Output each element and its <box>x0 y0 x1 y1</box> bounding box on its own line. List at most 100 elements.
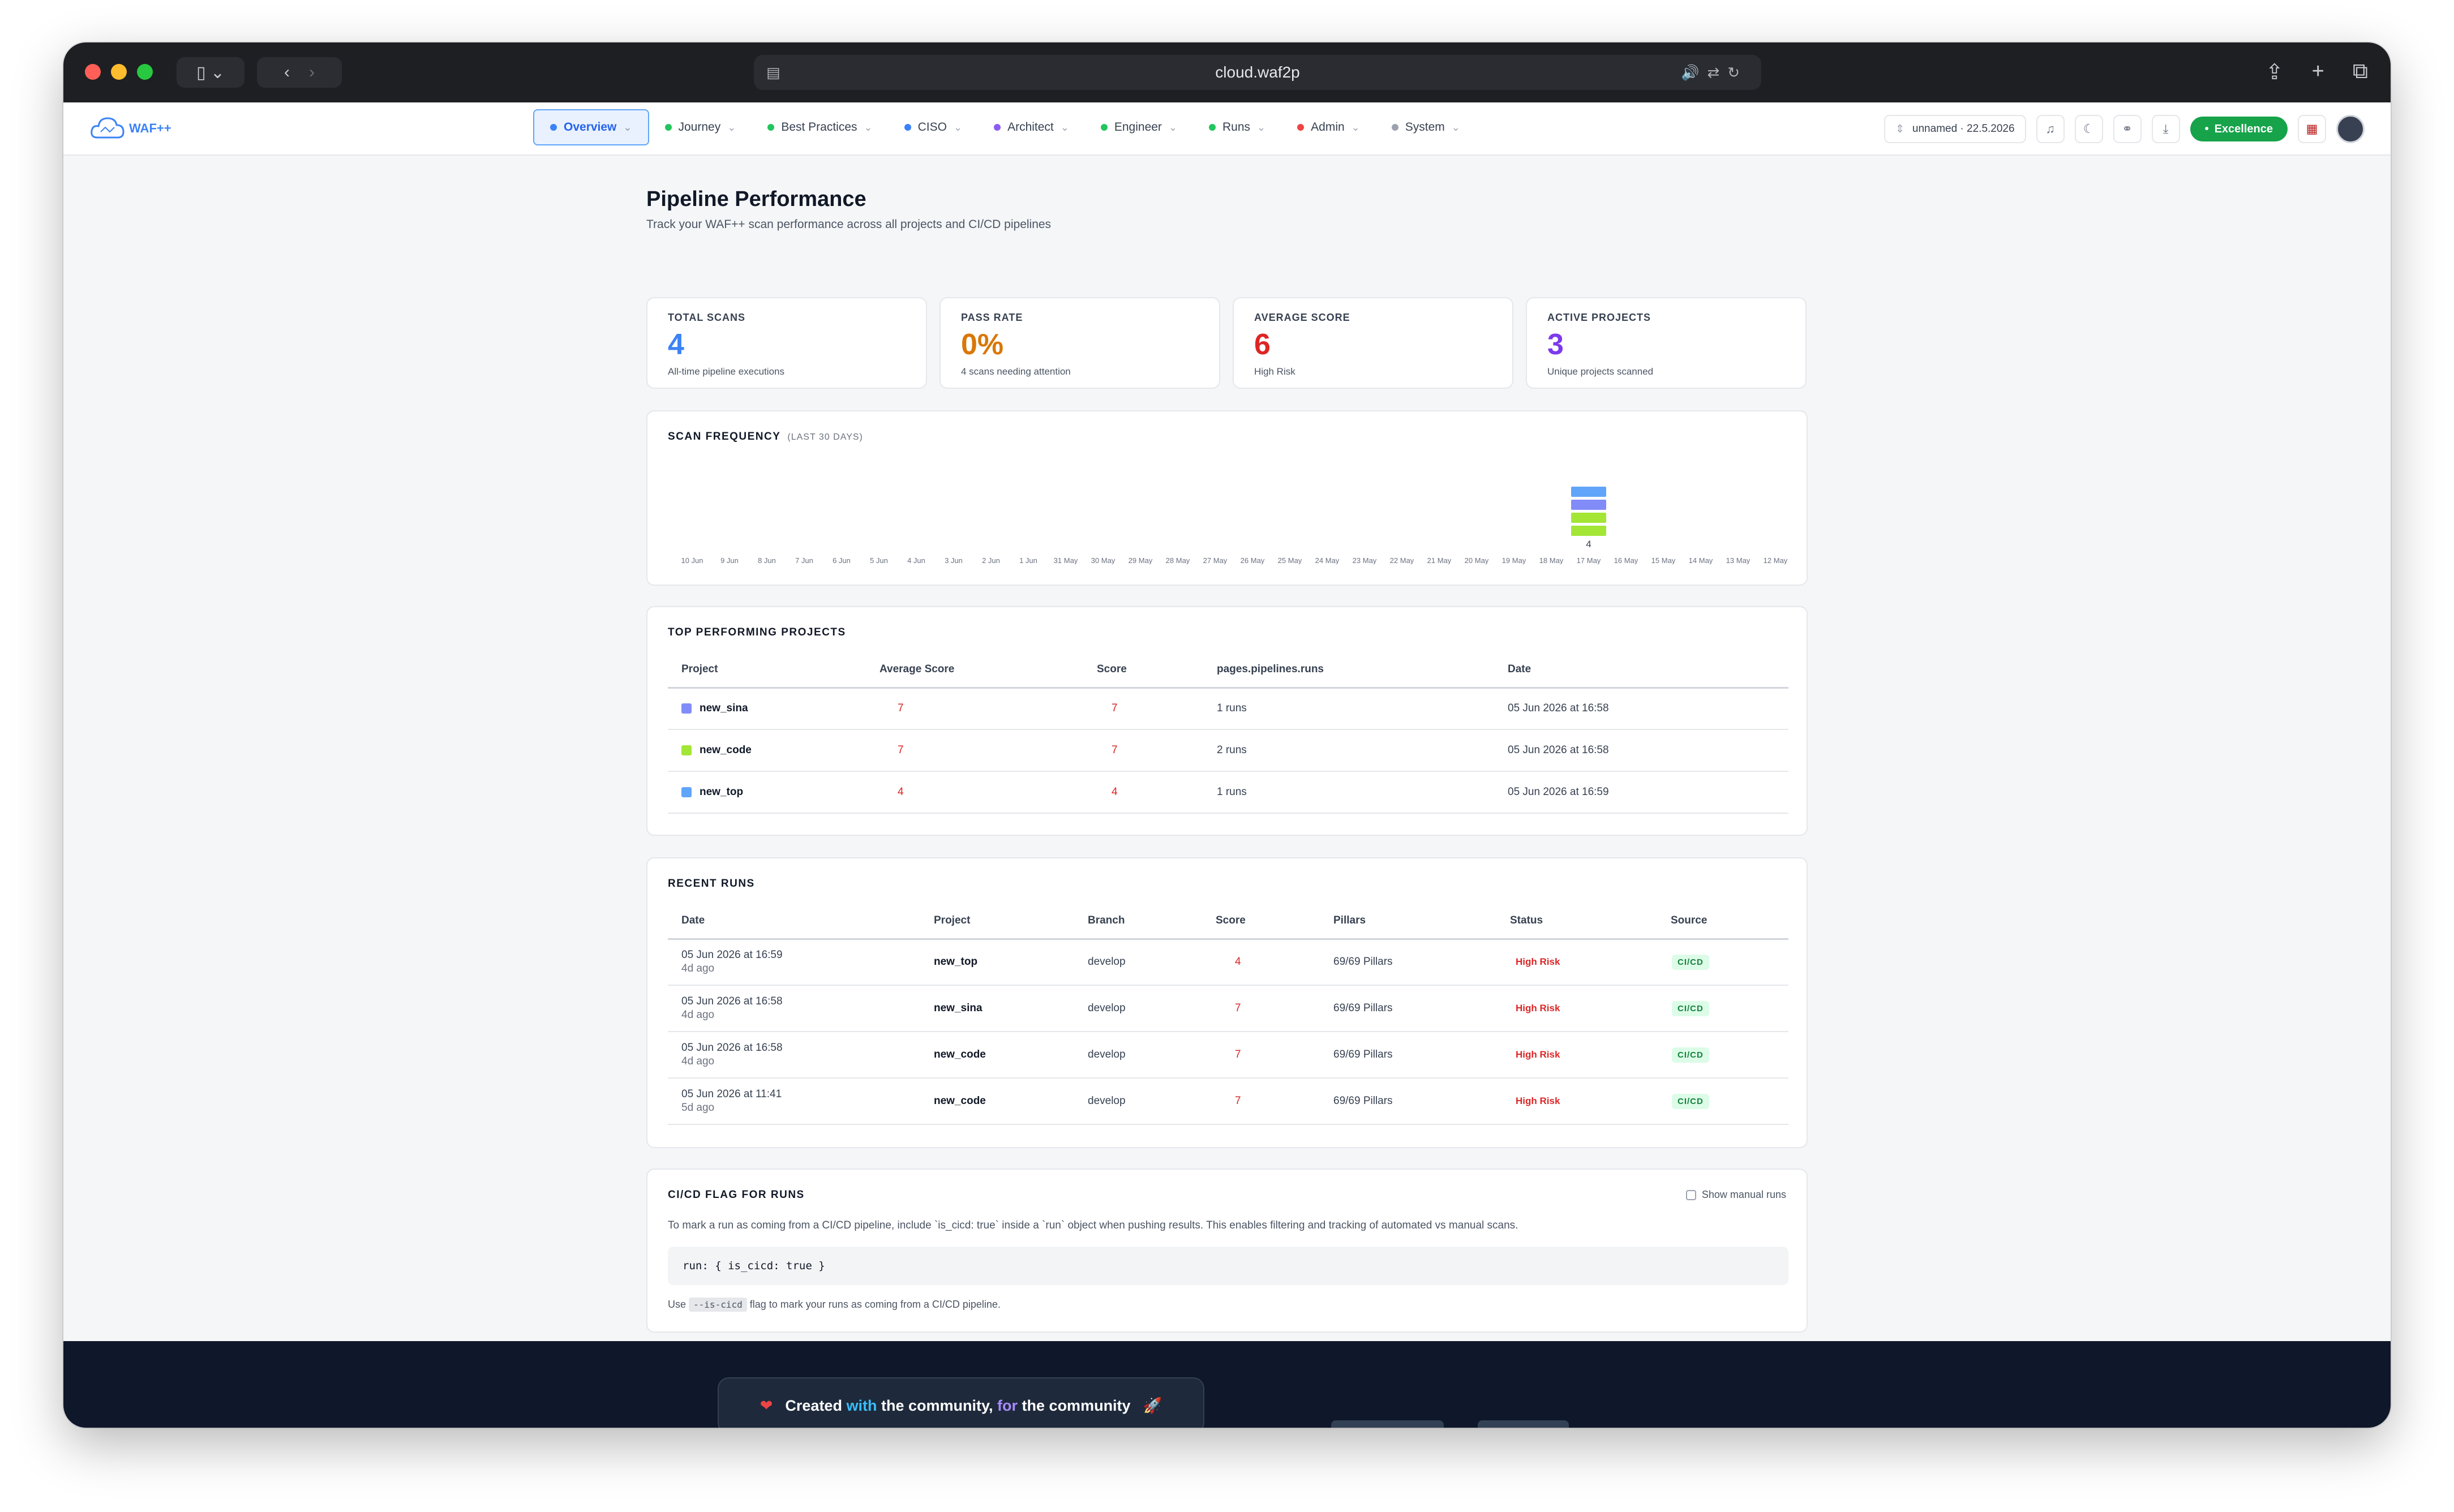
run-status-cell: High Risk <box>1496 985 1657 1032</box>
chart-bar-segment[interactable] <box>1571 487 1606 497</box>
main-menu: Overview ⌄ Journey ⌄ Best Practices ⌄ CISO ⌄ Arc… <box>533 109 1476 145</box>
run-relative-time: 4d ago <box>681 1055 715 1067</box>
column-header[interactable]: Project <box>668 652 866 689</box>
chart-x-tick: 1 Jun <box>1019 556 1037 564</box>
back-icon[interactable]: ‹ <box>284 63 290 82</box>
notifications-button[interactable]: ♫ <box>2036 115 2065 143</box>
chart-x-tick: 22 May <box>1390 556 1414 564</box>
nav-label: Admin <box>1311 121 1345 134</box>
project-name[interactable]: new_code <box>700 744 752 757</box>
excellence-label: Excellence <box>2214 122 2273 135</box>
run-score-cell: 7 <box>1202 1078 1320 1125</box>
footer-logo-1 <box>1331 1420 1444 1428</box>
tab-overview-icon[interactable]: ⧉ <box>2353 59 2368 85</box>
column-header[interactable]: Score <box>1202 904 1320 940</box>
column-header[interactable]: Branch <box>1074 904 1202 940</box>
avatar[interactable] <box>2336 115 2365 143</box>
address-bar[interactable]: ▤ cloud.waf2p 🔊⇄↻ <box>754 55 1761 90</box>
column-header[interactable]: Date <box>1494 652 1788 689</box>
date-cell: 05 Jun 2026 at 16:58 <box>1494 688 1788 730</box>
page-subtitle: Track your WAF++ scan performance across… <box>646 218 1052 231</box>
chart-x-tick: 31 May <box>1054 556 1078 564</box>
column-header[interactable]: Project <box>920 904 1074 940</box>
project-name[interactable]: new_sina <box>700 702 748 715</box>
chart-x-tick: 21 May <box>1427 556 1452 564</box>
chart-bar-segment[interactable] <box>1571 526 1606 536</box>
address-actions-icons[interactable]: 🔊⇄↻ <box>1681 64 1748 81</box>
project-cell: new_sina <box>668 688 866 730</box>
chart-bar-segment[interactable] <box>1571 500 1606 510</box>
column-header[interactable]: Source <box>1657 904 1788 940</box>
table-row[interactable]: new_code 7 7 2 runs 05 Jun 2026 at 16:58 <box>668 729 1788 772</box>
close-window-button[interactable] <box>85 64 101 80</box>
forward-icon[interactable]: › <box>309 63 315 82</box>
nav-runs[interactable]: Runs ⌄ <box>1193 109 1281 145</box>
table-row[interactable]: 05 Jun 2026 at 11:41 5d ago new_code develo… <box>668 1078 1788 1125</box>
show-manual-toggle[interactable]: Show manual runs <box>1685 1189 1786 1201</box>
footer-logos <box>1331 1420 1569 1428</box>
page-settings-icon[interactable]: ▤ <box>766 64 780 81</box>
nav-journey[interactable]: Journey ⌄ <box>649 109 752 145</box>
run-project-cell[interactable]: new_code <box>920 1032 1074 1079</box>
stat-subtext: All-time pipeline executions <box>668 366 784 377</box>
table-row[interactable]: new_top 4 4 1 runs 05 Jun 2026 at 16:59 <box>668 771 1788 814</box>
run-project-cell[interactable]: new_sina <box>920 985 1074 1032</box>
new-tab-icon[interactable]: + <box>2312 59 2324 85</box>
theme-toggle-button[interactable]: ☾ <box>2074 115 2103 143</box>
nav-overview[interactable]: Overview ⌄ <box>533 109 649 145</box>
share-icon[interactable]: ⇪ <box>2266 59 2284 85</box>
run-project-cell[interactable]: new_top <box>920 939 1074 986</box>
column-header[interactable]: pages.pipelines.runs <box>1203 652 1494 689</box>
date-cell: 05 Jun 2026 at 16:58 <box>1494 729 1788 772</box>
download-button[interactable]: ⤓ <box>2151 115 2180 143</box>
nav-system[interactable]: System ⌄ <box>1376 109 1476 145</box>
nav-best-practices[interactable]: Best Practices ⌄ <box>752 109 888 145</box>
show-manual-checkbox[interactable] <box>1685 1189 1696 1200</box>
column-header[interactable]: Pillars <box>1320 904 1496 940</box>
community-text-for: for <box>997 1397 1018 1414</box>
nav-ciso[interactable]: CISO ⌄ <box>889 109 978 145</box>
cicd-use-suffix: flag to mark your runs as coming from a … <box>749 1299 1001 1310</box>
community-banner: ❤ Created with the community, for the co… <box>718 1377 1204 1428</box>
zoom-window-button[interactable] <box>137 64 153 80</box>
scan-frequency-card: SCAN FREQUENCY (LAST 30 DAYS) 10 Jun 9 Jun… <box>646 410 1808 586</box>
column-header[interactable]: Average Score <box>866 652 1083 689</box>
table-row[interactable]: 05 Jun 2026 at 16:58 4d ago new_code develo… <box>668 1032 1788 1079</box>
column-header[interactable]: Score <box>1083 652 1203 689</box>
chart-x-tick: 16 May <box>1614 556 1638 564</box>
nav-dot-icon <box>1100 124 1108 131</box>
chart-bar-value-label: 4 <box>1586 539 1591 549</box>
run-pillars-cell: 69/69 Pillars <box>1320 985 1496 1032</box>
community-text-end: the community <box>1022 1397 1131 1414</box>
nav-admin[interactable]: Admin ⌄ <box>1281 109 1376 145</box>
excellence-badge[interactable]: • Excellence <box>2190 117 2288 141</box>
top-projects-table: Project Average Score Score pages.pipelines… <box>668 652 1788 814</box>
column-header[interactable]: Date <box>668 904 920 940</box>
cicd-use-prefix: Use <box>668 1299 687 1310</box>
column-header[interactable]: Status <box>1496 904 1657 940</box>
table-row[interactable]: 05 Jun 2026 at 16:59 4d ago new_top develop… <box>668 939 1788 986</box>
app-logo[interactable]: WAF++ <box>89 115 171 142</box>
run-project-cell[interactable]: new_code <box>920 1078 1074 1125</box>
project-name[interactable]: new_top <box>700 786 743 798</box>
scan-frequency-heading: SCAN FREQUENCY <box>668 431 781 443</box>
nav-label: Overview <box>564 121 617 134</box>
chart-x-tick: 9 Jun <box>720 556 739 564</box>
run-pillars-cell: 69/69 Pillars <box>1320 939 1496 986</box>
table-row[interactable]: 05 Jun 2026 at 16:58 4d ago new_sina develo… <box>668 985 1788 1032</box>
link-button[interactable]: ⚭ <box>2113 115 2142 143</box>
stat-subtext: High Risk <box>1254 366 1295 377</box>
minimize-window-button[interactable] <box>111 64 127 80</box>
workspace-select[interactable]: ⇕ unnamed · 22.5.2026 <box>1884 115 2026 143</box>
chart-x-tick: 5 Jun <box>870 556 888 564</box>
nav-engineer[interactable]: Engineer ⌄ <box>1085 109 1193 145</box>
recent-runs-card: RECENT RUNS Date Project Branch Score Pillar… <box>646 857 1808 1148</box>
table-row[interactable]: new_sina 7 7 1 runs 05 Jun 2026 at 16:58 <box>668 688 1788 730</box>
chart-x-tick: 6 Jun <box>833 556 851 564</box>
sidebar-toggle-button[interactable]: ▯ ⌄ <box>177 57 244 88</box>
nav-architect[interactable]: Architect ⌄ <box>978 109 1085 145</box>
chart-x-tick: 26 May <box>1241 556 1265 564</box>
chart-bar-segment[interactable] <box>1571 513 1606 523</box>
language-button[interactable]: ▦ <box>2298 115 2326 143</box>
run-status-cell: High Risk <box>1496 1078 1657 1125</box>
